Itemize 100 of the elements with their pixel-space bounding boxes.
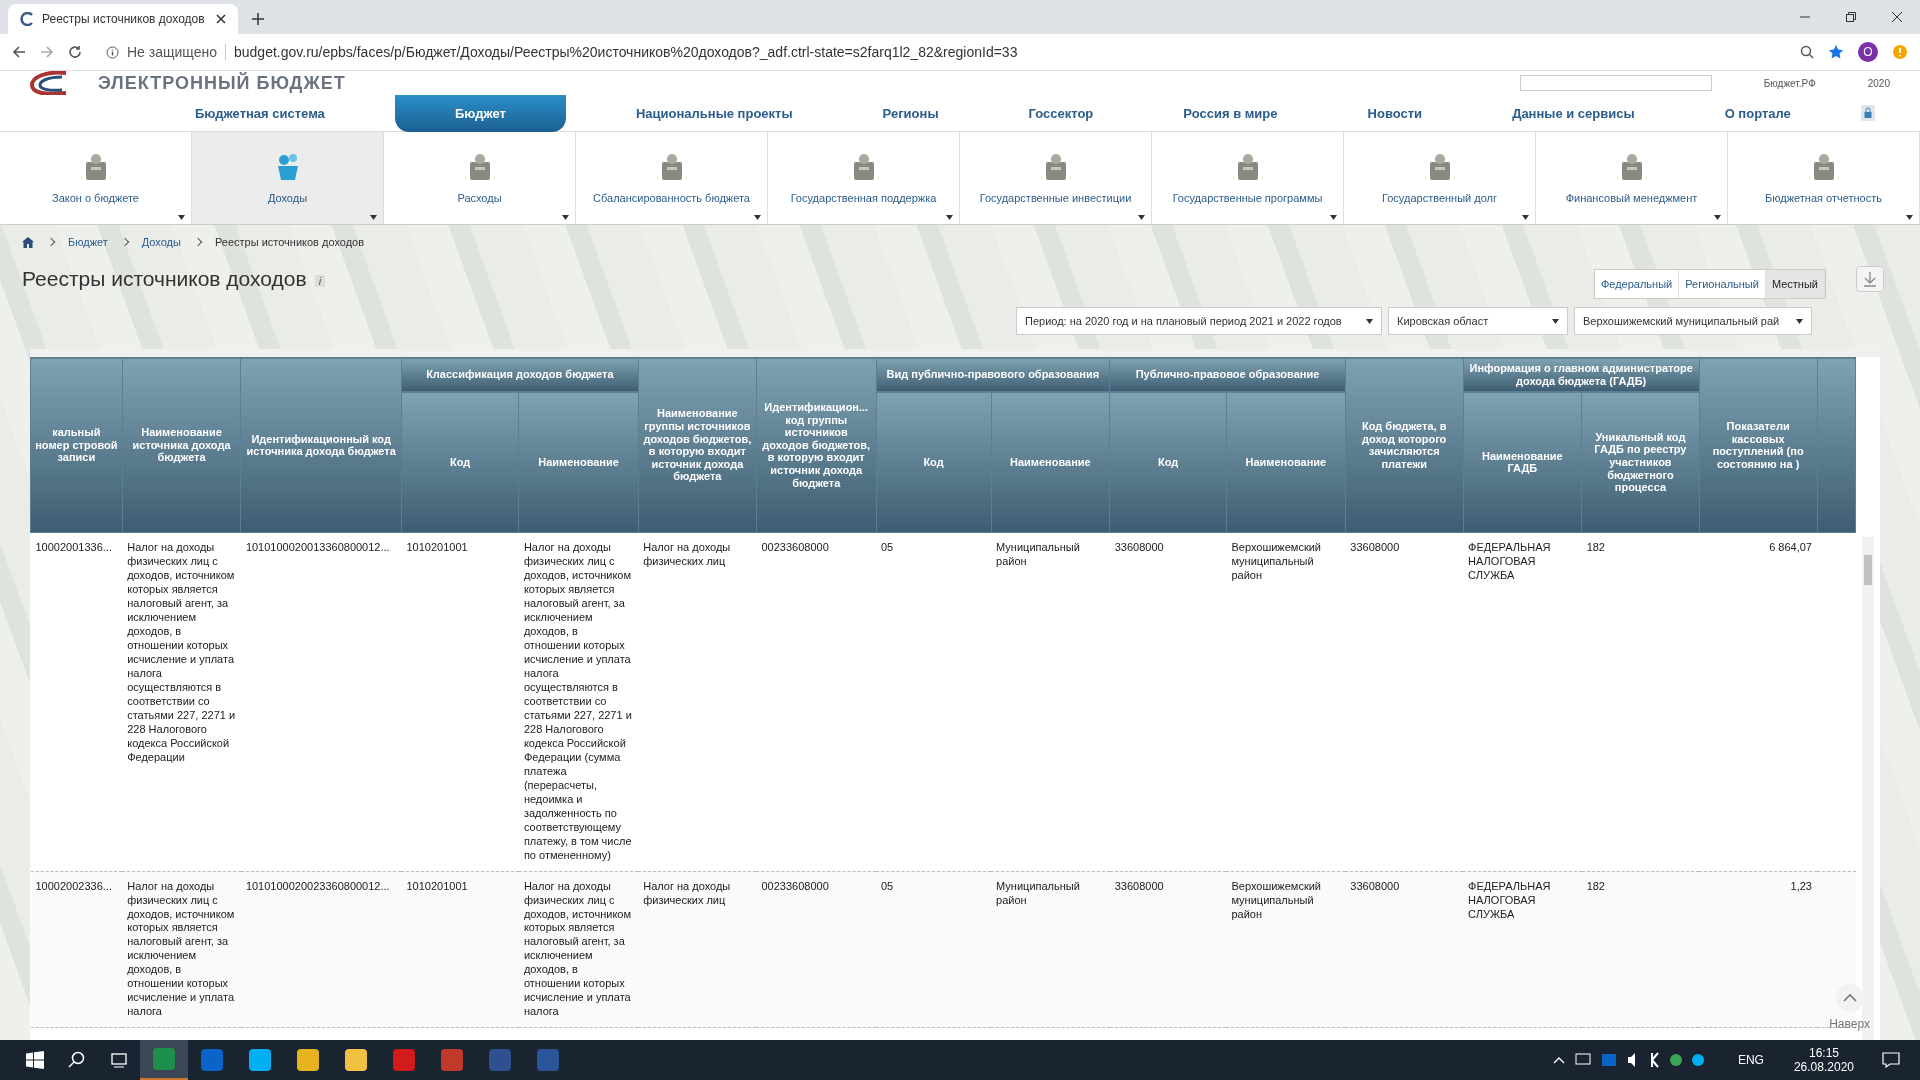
caret-icon <box>1138 215 1145 220</box>
table-cell: 1010100020013360800012... <box>245 541 390 554</box>
nav-tab[interactable]: Бюджетная система <box>175 96 345 130</box>
back-icon[interactable] <box>12 45 26 59</box>
table-cell: 1,23 <box>1790 879 1812 892</box>
year-label: 2020 <box>1867 77 1890 89</box>
column-header: Код <box>1109 391 1227 533</box>
table-cell: Верхошижемский муниципальный район <box>1231 541 1321 582</box>
caret-icon <box>946 215 953 220</box>
caret-icon <box>1796 318 1803 324</box>
table-cell: Налог на доходы физических лиц с доходов, источником которых является налоговый агент, за исключением доходов, в отношении которых исчисление и уплата налога <box>127 879 235 1018</box>
table-cell: 33608000 <box>1114 541 1164 554</box>
column-header: Наименование <box>1226 391 1346 533</box>
close-icon[interactable] <box>216 14 226 24</box>
filter-dropdown[interactable]: Верхошижемский муниципальный рай <box>1574 307 1812 335</box>
column-header: кальный номер стровой записи <box>30 357 123 533</box>
lock-icon[interactable] <box>1860 105 1875 121</box>
nav-tab[interactable]: Россия в мире <box>1163 96 1298 130</box>
table-cell: 00233608000 <box>761 541 829 554</box>
level-toggle[interactable]: Федеральный <box>1594 270 1680 298</box>
clock-time[interactable]: 16:15 <box>1808 1046 1839 1060</box>
table-cell: 6 864,07 <box>1769 541 1812 554</box>
table-cell: 10002002336... <box>35 879 112 892</box>
search-field[interactable] <box>1519 75 1712 91</box>
column-header: Идентификационный код источника дохода бюджета <box>240 357 402 533</box>
table-cell: Налог на доходы физических лиц <box>643 541 731 568</box>
nav-tab[interactable]: Госсектор <box>1008 96 1114 130</box>
nav-tab[interactable]: Регионы <box>862 96 959 130</box>
table-cell: ФЕДЕРАЛЬНАЯ НАЛОГОВАЯ СЛУЖБА <box>1468 879 1551 920</box>
table-cell: 33608000 <box>1350 541 1400 554</box>
url-text: budget.gov.ru/epbs/faces/p/Бюджет/Доходы/Реестры%20источников%20доходов?_adf.ctrl-state=s2farq1l2_82&regionId=33 <box>234 44 1018 60</box>
start-icon[interactable] <box>26 1051 44 1069</box>
table-cell: Муниципальный район <box>996 541 1080 568</box>
column-header: Код бюджета, в доход которого зачисляются платежи <box>1345 357 1464 533</box>
star-icon[interactable] <box>1828 44 1844 60</box>
nav-tab[interactable]: Бюджет <box>394 94 566 132</box>
filter-dropdown[interactable]: Период: на 2020 год и на плановый период 2021 и 2022 годов <box>1016 307 1382 335</box>
language-indicator[interactable]: ENG <box>1737 1053 1764 1067</box>
info-icon <box>106 45 119 59</box>
column-group-header: Информация о главном администраторе дохода бюджета (ГАДБ) <box>1463 357 1700 392</box>
caret-icon <box>1552 318 1559 324</box>
info-icon[interactable]: i <box>314 275 326 287</box>
clock-date[interactable]: 26.08.2020 <box>1793 1060 1854 1074</box>
table-cell: 182 <box>1586 879 1605 892</box>
table-cell: 05 <box>881 541 894 554</box>
breadcrumb-link[interactable]: Доходы <box>141 236 181 248</box>
zoom-icon[interactable] <box>1800 45 1814 59</box>
browser-tab[interactable]: Реестры источников доходов <box>8 4 238 34</box>
section-tab[interactable]: Государственная поддержка <box>768 132 960 224</box>
level-toggle[interactable]: Региональный <box>1679 270 1766 298</box>
profile-avatar[interactable]: О <box>1858 42 1878 62</box>
section-tab[interactable]: Бюджетная отчетность <box>1728 132 1920 224</box>
table-cell: 00233608000 <box>761 879 829 892</box>
section-tab[interactable]: Расходы <box>384 132 576 224</box>
table-cell: 1010201001 <box>406 879 468 892</box>
column-group-header: Публично-правовое образование <box>1109 357 1346 392</box>
column-header: Наименование ГАДБ <box>1463 391 1582 533</box>
nav-tab[interactable]: О портале <box>1704 96 1811 130</box>
caret-icon <box>1906 215 1913 220</box>
breadcrumb-link[interactable]: Бюджет <box>68 236 108 248</box>
filter-dropdown[interactable]: Кировская област <box>1388 307 1568 335</box>
table-cell: 33608000 <box>1350 879 1400 892</box>
column-header: Показатели кассовых поступлений (по состоянию на ) <box>1699 357 1817 533</box>
security-label: Не защищено <box>127 44 217 60</box>
notifications-icon[interactable] <box>1882 1052 1900 1068</box>
page-title: Реестры источников доходов <box>22 267 307 291</box>
table-cell: Верхошижемский муниципальный район <box>1231 879 1321 920</box>
task-view-icon[interactable] <box>110 1051 128 1069</box>
table-cell: 1010100020023360800012... <box>245 879 390 892</box>
section-tab[interactable]: Государственные программы <box>1152 132 1344 224</box>
home-icon[interactable] <box>22 236 34 248</box>
table-cell: 33608000 <box>1114 879 1164 892</box>
caret-icon <box>562 215 569 220</box>
tab-title: Реестры источников доходов <box>42 12 206 26</box>
table-cell: ФЕДЕРАЛЬНАЯ НАЛОГОВАЯ СЛУЖБА <box>1468 541 1551 582</box>
nav-tab[interactable]: Новости <box>1347 96 1443 130</box>
nav-tab[interactable]: Данные и сервисы <box>1492 96 1655 130</box>
search-icon[interactable] <box>68 1051 86 1069</box>
new-tab-icon[interactable] <box>252 13 264 25</box>
section-tab[interactable]: Сбалансированность бюджета <box>576 132 768 224</box>
column-header: Уникальный код ГАДБ по реестру участников бюджетного процесса <box>1581 391 1700 533</box>
level-toggle[interactable]: Местный <box>1765 270 1825 298</box>
close-icon[interactable] <box>1892 12 1902 22</box>
table-cell: Налог на доходы физических лиц с доходов, источником которых является налоговый агент, за исключением доходов, в отношении которых исчисление и уплата налога <box>523 879 632 1018</box>
column-header: Наименование <box>991 391 1110 533</box>
reload-icon[interactable] <box>68 45 82 59</box>
site-link[interactable]: Бюджет.РФ <box>1763 77 1816 89</box>
caret-icon <box>370 215 377 220</box>
section-tab[interactable]: Государственный долг <box>1344 132 1536 224</box>
table-cell: 182 <box>1586 541 1605 554</box>
section-tab[interactable]: Доходы <box>192 132 384 224</box>
restore-icon[interactable] <box>1846 12 1856 22</box>
table-cell: 1010201001 <box>406 541 468 554</box>
nav-tab[interactable]: Национальные проекты <box>615 96 813 130</box>
caret-icon <box>754 215 761 220</box>
section-tab[interactable]: Государственные инвестиции <box>960 132 1152 224</box>
column-group-header: Классификация доходов бюджета <box>401 357 639 392</box>
caret-icon <box>1366 318 1373 324</box>
section-tab[interactable]: Финансовый менеджмент <box>1536 132 1728 224</box>
back-to-top-button[interactable]: Наверх <box>1823 982 1876 1032</box>
